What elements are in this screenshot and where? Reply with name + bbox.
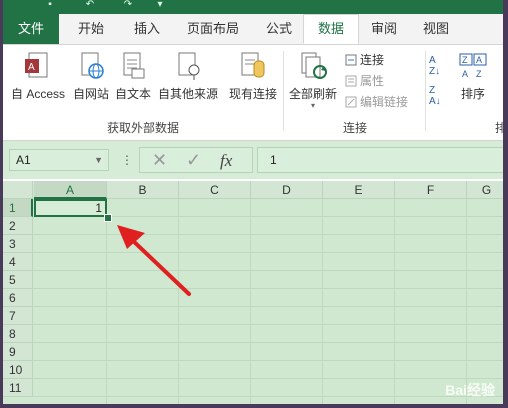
refresh-dropdown-icon[interactable]: ▾	[287, 102, 339, 110]
existing-connections-label: 现有连接	[228, 87, 277, 101]
svg-text:A: A	[462, 69, 468, 79]
edit-links-label: 编辑链接	[360, 95, 409, 109]
edit-links-button[interactable]: 编辑链接	[345, 93, 408, 111]
more-icon: ⋮	[121, 153, 133, 167]
tab-insert[interactable]: 插入	[121, 14, 173, 44]
sort-az-icon[interactable]: A Z↓	[429, 55, 440, 77]
cancel-icon[interactable]: ✕	[152, 150, 167, 171]
properties-button[interactable]: 属性	[345, 72, 384, 90]
svg-text:A: A	[28, 62, 35, 73]
formula-bar: A1 ▼ ⋮ ✕ ✓ fx 1	[3, 141, 503, 179]
from-text-button[interactable]: 自文本	[113, 51, 153, 103]
sort-button[interactable]: ZAAZ 排序	[453, 51, 493, 103]
edit-links-icon	[345, 95, 357, 108]
properties-label: 属性	[360, 74, 385, 88]
svg-text:Z: Z	[462, 55, 468, 65]
tab-page-layout[interactable]: 页面布局	[177, 14, 249, 44]
from-other-sources-label: 自其他来源	[157, 87, 218, 101]
redo-icon[interactable]: ↷	[121, 0, 135, 10]
web-icon	[76, 51, 106, 81]
sort-label: 排序	[460, 87, 485, 101]
insert-function-icon[interactable]: fx	[220, 151, 232, 171]
connections-label: 连接	[360, 53, 385, 67]
tab-formulas[interactable]: 公式	[253, 14, 305, 44]
ribbon-tabs: 文件 开始 插入 页面布局 公式 数据 审阅 视图	[3, 14, 503, 45]
group-separator	[425, 51, 426, 131]
from-web-label: 自网站	[72, 87, 109, 101]
from-web-button[interactable]: 自网站	[71, 51, 111, 103]
other-sources-icon	[173, 51, 203, 81]
access-icon: A	[23, 51, 53, 81]
refresh-all-button[interactable]: 全部刷新 ▾	[287, 51, 339, 110]
from-access-label: 自 Access	[10, 87, 65, 101]
refresh-icon	[298, 51, 328, 81]
tab-view[interactable]: 视图	[411, 14, 461, 44]
tab-data[interactable]: 数据	[303, 14, 359, 44]
group-label-sort: 排	[495, 121, 503, 135]
tab-file[interactable]: 文件	[3, 14, 59, 44]
watermark: Bai经验	[445, 382, 495, 398]
text-file-icon	[118, 51, 148, 81]
svg-text:A: A	[476, 55, 482, 65]
tab-home[interactable]: 开始	[65, 14, 117, 44]
sort-icon: ZAAZ	[458, 51, 488, 81]
connections-icon	[345, 53, 357, 66]
existing-connections-icon	[238, 51, 268, 81]
chevron-down-icon[interactable]: ▼	[94, 150, 103, 170]
tab-review[interactable]: 审阅	[359, 14, 409, 44]
existing-connections-button[interactable]: 现有连接	[227, 51, 279, 103]
formula-input[interactable]: 1	[257, 147, 503, 173]
red-arrow-annotation	[117, 225, 191, 296]
sort-za-icon[interactable]: Z A↓	[429, 85, 441, 107]
excel-window: ▪ ↶ ↷ ▾ 文件 开始 插入 页面布局 公式 数据 审阅 视图 A 自 Ac…	[3, 0, 503, 404]
name-box[interactable]: A1 ▼	[9, 149, 109, 171]
enter-icon[interactable]: ✓	[186, 150, 201, 171]
refresh-all-label: 全部刷新	[288, 87, 337, 101]
save-icon[interactable]: ▪	[43, 0, 57, 10]
group-label-external-data: 获取外部数据	[107, 121, 180, 135]
undo-icon[interactable]: ↶	[83, 0, 97, 10]
worksheet-grid: ABCDEFG 1 2 3 4 5 6 7 8 9 10 11 1 Bai经验	[3, 181, 503, 404]
group-separator	[283, 51, 284, 131]
customize-icon[interactable]: ▾	[153, 0, 167, 10]
svg-text:Z: Z	[476, 69, 482, 79]
connections-button[interactable]: 连接	[345, 51, 384, 69]
quick-access-toolbar: ▪ ↶ ↷ ▾	[3, 0, 503, 14]
from-other-sources-button[interactable]: 自其他来源	[155, 51, 221, 103]
from-access-button[interactable]: A 自 Access	[7, 51, 69, 103]
name-box-value: A1	[16, 153, 31, 167]
properties-icon	[345, 74, 357, 87]
ribbon-data: A 自 Access 自网站 自文本 自其他来源 现有连接 获取外部数据 全部刷…	[3, 45, 503, 141]
group-label-connections: 连接	[343, 121, 368, 135]
from-text-label: 自文本	[114, 87, 151, 101]
formula-buttons: ✕ ✓ fx	[139, 147, 253, 173]
